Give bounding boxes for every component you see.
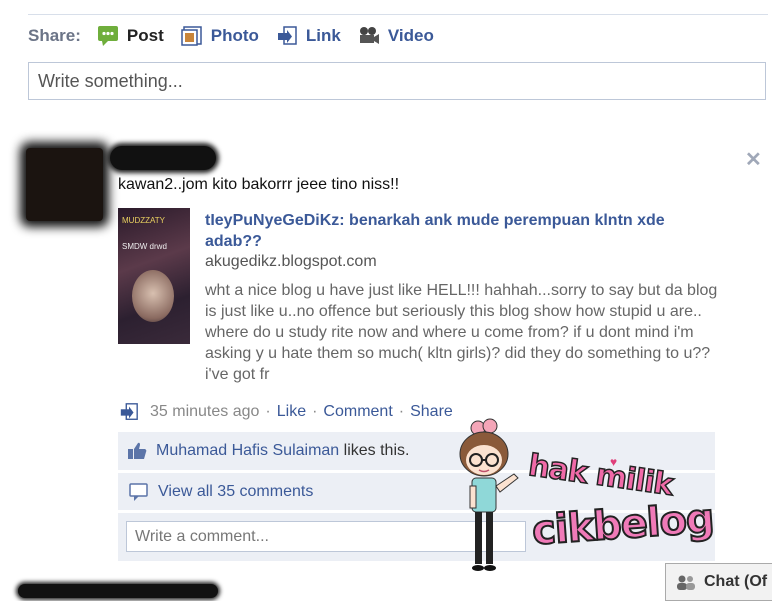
photo-icon (181, 26, 202, 46)
separator: · (265, 403, 271, 420)
share-option-photo[interactable]: Photo (181, 25, 259, 47)
chibi-girl-illustration (459, 418, 519, 571)
chat-tab-label: Chat (Of (704, 573, 768, 590)
separator: · (398, 403, 405, 420)
video-camera-icon (359, 27, 379, 44)
link-url: akugedikz.blogspot.com (205, 253, 377, 270)
avatar[interactable] (26, 148, 103, 221)
liker-name-link[interactable]: Muhamad Hafis Sulaiman (156, 442, 339, 460)
close-icon[interactable]: ✕ (745, 147, 762, 172)
post-status-text: kawan2..jom kito bakorrr jeee tino niss!… (118, 176, 400, 193)
share-option-video[interactable]: Video (358, 25, 434, 47)
comment-input-placeholder: Write a comment... (135, 528, 269, 545)
like-link[interactable]: Like (277, 403, 306, 421)
status-input[interactable]: Write something... (28, 62, 766, 100)
composer-share-bar: Share: Post Photo Link Video (28, 24, 451, 48)
speech-bubble-icon (97, 26, 118, 46)
separator: · (312, 403, 318, 420)
link-thumbnail[interactable]: MUDZZATY SMDW drwd (118, 208, 190, 344)
comment-link[interactable]: Comment (323, 403, 392, 421)
share-option-label: Photo (210, 26, 259, 45)
status-input-placeholder: Write something... (38, 71, 183, 91)
chat-tab[interactable]: Chat (Of (665, 563, 772, 601)
link-description: wht a nice blog u have just like HELL!!!… (205, 282, 718, 383)
likes-suffix: likes this. (343, 442, 410, 459)
top-divider (28, 14, 768, 15)
post-timestamp[interactable]: 35 minutes ago (150, 403, 259, 421)
link-icon (277, 26, 297, 45)
share-option-post[interactable]: Post (97, 25, 164, 47)
share-option-label: Link (305, 26, 341, 45)
link-title[interactable]: tIeyPuNyeGeDiKz: benarkah ank mude perem… (205, 210, 705, 252)
users-icon (677, 575, 695, 590)
share-option-label: Post (126, 26, 164, 45)
share-label: Share: (28, 26, 81, 45)
thumbs-up-icon (128, 442, 147, 459)
post-meta: 35 minutes ago · Like · Comment · Share (118, 401, 453, 423)
share-link[interactable]: Share (410, 403, 453, 421)
author-name-redacted[interactable] (110, 146, 216, 170)
thumbnail-face (132, 270, 174, 322)
share-option-label: Video (387, 26, 434, 45)
link-icon (120, 403, 138, 420)
thumbnail-caption: SMDW drwd (122, 242, 167, 251)
view-all-comments-link[interactable]: View all 35 comments (158, 483, 313, 501)
comment-bubble-icon (129, 482, 148, 501)
share-option-link[interactable]: Link (276, 25, 341, 47)
thumbnail-caption: MUDZZATY (122, 216, 165, 225)
next-post-redacted (18, 584, 218, 598)
